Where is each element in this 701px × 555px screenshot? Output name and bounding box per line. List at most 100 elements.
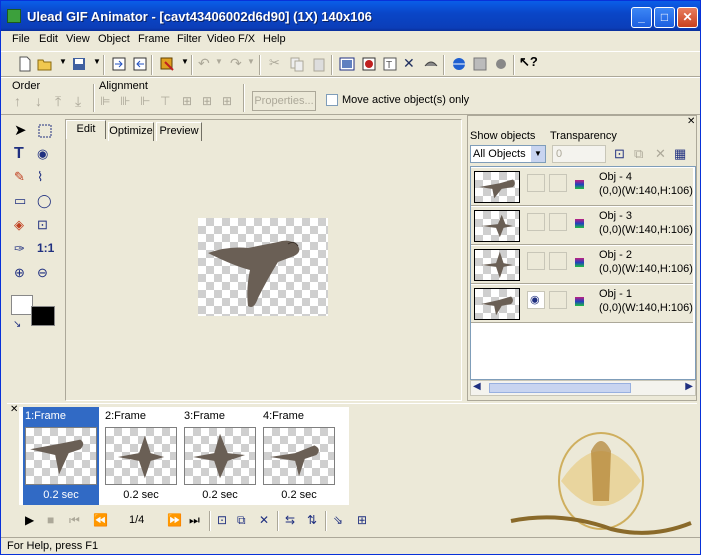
add-frame-icon[interactable] <box>339 56 355 72</box>
frame-thumbnail-3[interactable]: 3:Frame 0.2 sec <box>182 407 258 505</box>
minimize-button[interactable]: _ <box>631 7 652 28</box>
close-button[interactable]: ✕ <box>677 7 698 28</box>
fill-tool-icon[interactable]: ◈ <box>14 217 24 233</box>
paste-icon[interactable] <box>311 56 327 72</box>
object-row[interactable]: Obj - 2 (0,0)(W:140,H:106) <box>471 246 693 284</box>
pick-tool-icon[interactable]: ➤ <box>14 121 27 139</box>
transparency-spinner[interactable]: 0 <box>552 145 606 163</box>
tab-optimize[interactable]: Optimize <box>108 122 154 141</box>
menu-video-fx[interactable]: Video F/X <box>207 33 255 45</box>
zoom-in-icon[interactable]: ⊕ <box>14 265 25 281</box>
frame-delay[interactable]: 0.2 sec <box>23 489 99 501</box>
scroll-right-icon[interactable]: ▶ <box>685 381 693 392</box>
align-middle-icon[interactable]: ⊞ <box>182 94 192 108</box>
swap-colors-icon[interactable]: ↘ <box>13 319 21 330</box>
marquee-tool-icon[interactable] <box>37 123 53 139</box>
delete-frame-icon[interactable]: ✕ <box>259 513 269 527</box>
move-active-checkbox[interactable] <box>326 94 338 106</box>
frame-delay[interactable]: 0.2 sec <box>103 489 179 501</box>
menu-frame[interactable]: Frame <box>138 33 170 45</box>
crop-icon[interactable] <box>423 56 439 72</box>
align-center-icon[interactable]: ⊪ <box>120 94 130 108</box>
align-top-icon[interactable]: ⊤ <box>160 94 170 108</box>
import-icon[interactable] <box>111 56 127 72</box>
redo-icon[interactable]: ↷ <box>230 55 242 72</box>
frame-panel-close-icon[interactable]: ✕ <box>10 404 18 415</box>
title-bar[interactable]: Ulead GIF Animator - [cavt43406002d6d90]… <box>1 1 700 31</box>
magic-wand-tool-icon[interactable]: ◯ <box>37 193 52 209</box>
duplicate-object-icon[interactable]: ⊡ <box>614 146 625 162</box>
crop-tool-icon[interactable]: ⊡ <box>37 217 48 233</box>
play-icon[interactable]: ▶ <box>25 513 34 527</box>
tab-edit[interactable]: Edit <box>66 120 106 139</box>
frame-delay[interactable]: 0.2 sec <box>261 489 337 501</box>
open-dropdown-icon[interactable]: ▼ <box>59 57 67 66</box>
scrollbar-thumb[interactable] <box>489 383 631 393</box>
zoom-out-icon[interactable]: ⊖ <box>37 265 48 281</box>
visibility-toggle[interactable]: ◉ <box>527 291 545 309</box>
panel-close-icon[interactable]: ✕ <box>687 116 695 127</box>
menu-edit[interactable]: Edit <box>39 33 58 45</box>
align-right-icon[interactable]: ⊩ <box>140 94 150 108</box>
bring-to-front-icon[interactable]: ⤒ <box>55 93 61 110</box>
lock-toggle[interactable] <box>549 213 567 231</box>
export-icon[interactable] <box>132 56 148 72</box>
reverse-frames-icon[interactable]: ⇅ <box>307 513 317 527</box>
send-backward-icon[interactable]: ↓ <box>35 93 42 109</box>
actual-size-icon[interactable]: 1:1 <box>37 241 54 255</box>
add-image-icon[interactable] <box>361 56 377 72</box>
visibility-toggle[interactable] <box>527 174 545 192</box>
foreground-color-swatch[interactable] <box>31 306 55 326</box>
background-color-swatch[interactable] <box>11 295 33 315</box>
align-bottom-icon[interactable]: ⊞ <box>202 94 212 108</box>
align-distribute-icon[interactable]: ⊞ <box>222 94 232 108</box>
maximize-button[interactable]: □ <box>654 7 675 28</box>
redo-dropdown-icon[interactable]: ▼ <box>247 57 255 66</box>
delete-object-icon[interactable]: ✕ <box>655 146 666 162</box>
align-left-icon[interactable]: ⊫ <box>100 94 110 108</box>
brush-tool-icon[interactable]: ✎ <box>14 169 25 185</box>
web-browser-icon[interactable] <box>451 56 467 72</box>
first-frame-icon[interactable]: ⏮ <box>69 513 80 528</box>
frame-thumbnail-1[interactable]: 1:Frame 0.2 sec <box>23 407 99 505</box>
scroll-left-icon[interactable]: ◀ <box>473 381 481 392</box>
bring-forward-icon[interactable]: ↑ <box>14 93 21 109</box>
previous-frame-icon[interactable]: ⏪ <box>93 513 108 527</box>
menu-file[interactable]: File <box>12 33 30 45</box>
text-tool-icon[interactable]: T <box>14 145 24 163</box>
add-text-icon[interactable]: T <box>382 56 398 72</box>
save-dropdown-icon[interactable]: ▼ <box>93 57 101 66</box>
new-file-icon[interactable] <box>17 56 33 72</box>
object-properties-icon[interactable]: ▦ <box>674 146 686 162</box>
preview-browser-icon[interactable] <box>159 56 175 72</box>
merge-object-icon[interactable]: ⧉ <box>634 146 643 162</box>
next-frame-icon[interactable]: ⏩ <box>167 513 182 527</box>
object-row[interactable]: Obj - 3 (0,0)(W:140,H:106) <box>471 207 693 245</box>
menu-object[interactable]: Object <box>98 33 130 45</box>
duplicate-frame-icon[interactable]: ⧉ <box>237 513 246 528</box>
lasso-tool-icon[interactable]: ⌇ <box>37 169 43 185</box>
undo-icon[interactable]: ↶ <box>198 55 210 72</box>
canvas-image[interactable] <box>198 218 328 316</box>
optimize-wizard-icon[interactable] <box>472 56 488 72</box>
menu-help[interactable]: Help <box>263 33 286 45</box>
cut-icon[interactable]: ✂ <box>269 55 280 71</box>
tween-icon[interactable]: ⇆ <box>285 513 295 527</box>
frame-thumbnail-4[interactable]: 4:Frame 0.2 sec <box>261 407 337 505</box>
lock-toggle[interactable] <box>549 174 567 192</box>
lock-toggle[interactable] <box>549 291 567 309</box>
add-frame-icon[interactable]: ⊡ <box>217 513 227 527</box>
preview-dropdown-icon[interactable]: ▼ <box>181 57 189 66</box>
delete-icon[interactable]: ✕ <box>403 55 415 72</box>
save-icon[interactable] <box>71 56 87 72</box>
eraser-tool-icon[interactable]: ▭ <box>14 193 26 209</box>
transform-tool-icon[interactable]: ◉ <box>37 146 48 162</box>
show-objects-select[interactable]: All Objects ▼ <box>470 145 546 163</box>
frame-thumbnail-2[interactable]: 2:Frame 0.2 sec <box>103 407 179 505</box>
lock-toggle[interactable] <box>549 252 567 270</box>
object-row[interactable]: Obj - 4 (0,0)(W:140,H:106) <box>471 168 693 206</box>
object-list-scrollbar[interactable]: ◀ ▶ <box>470 380 696 396</box>
stop-icon[interactable]: ■ <box>47 513 54 527</box>
menu-filter[interactable]: Filter <box>177 33 201 45</box>
properties-button[interactable]: Properties... <box>252 91 316 111</box>
